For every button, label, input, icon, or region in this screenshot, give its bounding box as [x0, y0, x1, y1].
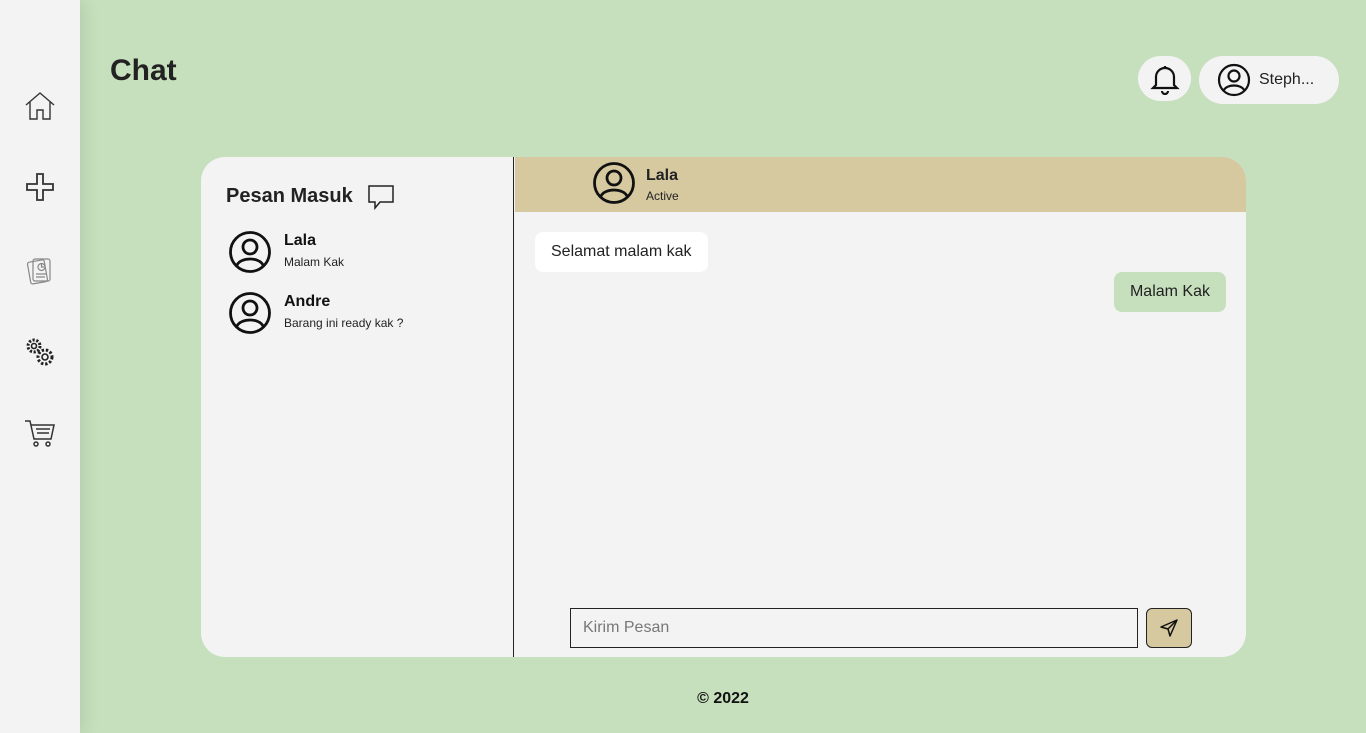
- nav-cart-button[interactable]: [20, 413, 60, 453]
- chat-header: Lala Active: [515, 157, 1246, 212]
- message-input[interactable]: [570, 608, 1138, 648]
- conversation-name: Andre: [284, 293, 331, 310]
- bell-icon: [1149, 65, 1180, 95]
- send-icon: [1160, 619, 1178, 637]
- nav-orders-button[interactable]: [20, 250, 60, 290]
- page-title: Chat: [110, 54, 177, 87]
- cart-icon: [25, 420, 55, 447]
- incoming-message: Selamat malam kak: [535, 232, 708, 272]
- contact-avatar-icon: [229, 231, 271, 273]
- chat-card: Pesan Masuk Lala Malam Kak Andre Barang …: [201, 157, 1246, 657]
- chat-bubble-icon: [368, 185, 394, 211]
- user-menu-button[interactable]: Steph...: [1199, 56, 1339, 104]
- inbox-panel: Pesan Masuk Lala Malam Kak Andre Barang …: [201, 157, 514, 657]
- gear-icon: [26, 338, 54, 366]
- notifications-button[interactable]: [1138, 56, 1191, 101]
- send-button[interactable]: [1146, 608, 1192, 648]
- nav-home-button[interactable]: [20, 86, 60, 126]
- user-avatar-icon: [1217, 63, 1251, 97]
- contact-avatar-icon: [229, 292, 271, 334]
- plus-icon: [26, 173, 54, 201]
- outgoing-message: Malam Kak: [1113, 272, 1226, 312]
- footer-copyright: © 2022: [697, 690, 749, 707]
- orders-icon: [26, 258, 51, 285]
- chat-contact-status: Active: [646, 189, 679, 203]
- conversation-last-message: Barang ini ready kak ?: [284, 316, 404, 330]
- contact-avatar-icon: [593, 162, 635, 204]
- conversation-item[interactable]: Andre Barang ini ready kak ?: [228, 291, 508, 339]
- chat-contact-name: Lala: [646, 167, 679, 184]
- conversation-item[interactable]: Lala Malam Kak: [228, 230, 508, 278]
- nav-add-button[interactable]: [20, 167, 60, 207]
- conversation-last-message: Malam Kak: [284, 255, 345, 269]
- home-icon: [25, 92, 55, 120]
- sidebar: [0, 0, 80, 733]
- user-name: Steph...: [1259, 71, 1315, 88]
- conversation-name: Lala: [284, 232, 317, 249]
- nav-settings-button[interactable]: [20, 332, 60, 372]
- inbox-title: Pesan Masuk: [226, 185, 353, 207]
